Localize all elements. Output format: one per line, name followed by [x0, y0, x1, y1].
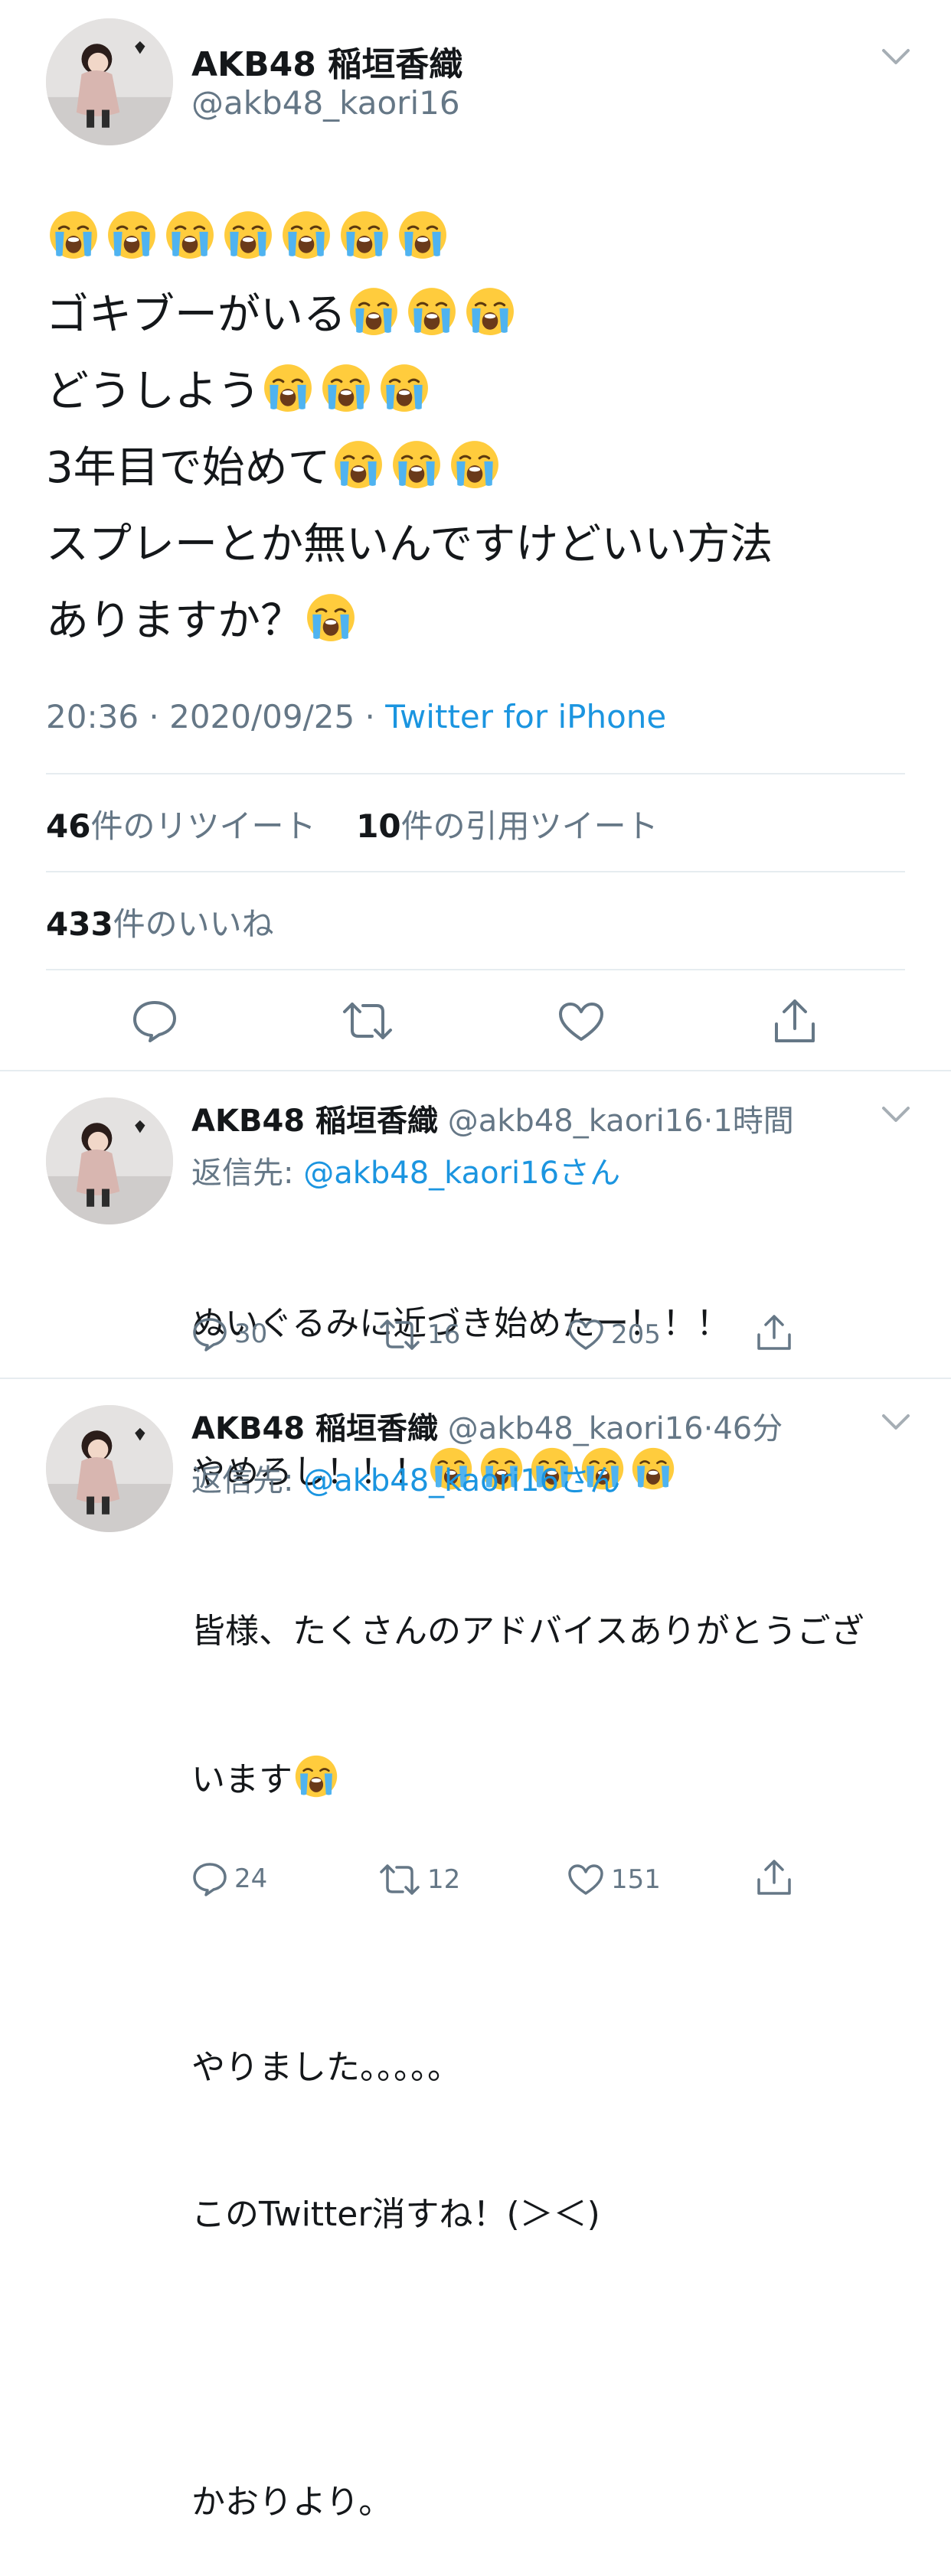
- reply-count: 30: [234, 1319, 268, 1349]
- reply-icon[interactable]: [191, 1316, 228, 1352]
- emoji-line: [46, 201, 773, 277]
- handle[interactable]: @akb48_kaori16: [448, 1411, 704, 1446]
- reply-text: 皆様、たくさんのアドバイスありがとうござ います やりました。。。。。 このTw…: [191, 1509, 864, 2576]
- loudly-crying-face-icon: [321, 363, 371, 413]
- loudly-crying-face-icon: [223, 210, 273, 260]
- tweet-line: 3年目で始めて: [46, 430, 773, 507]
- share-icon[interactable]: [755, 1313, 793, 1352]
- avatar[interactable]: [46, 1405, 173, 1532]
- retweet-icon[interactable]: [378, 1318, 421, 1352]
- avatar[interactable]: [46, 18, 173, 145]
- divider: [46, 871, 905, 872]
- loudly-crying-face-icon: [263, 363, 313, 413]
- divider: [46, 969, 905, 970]
- loudly-crying-face-icon: [379, 363, 430, 413]
- share-icon[interactable]: [755, 1858, 793, 1896]
- heart-icon[interactable]: [567, 1863, 605, 1896]
- reply-time: 1時間: [713, 1104, 794, 1139]
- reply-to-handle[interactable]: @akb48_kaori16さん: [303, 1156, 620, 1191]
- reply-header: AKB48 稲垣香織 @akb48_kaori16·1時間: [191, 1104, 794, 1139]
- divider: [0, 1378, 951, 1379]
- retweets-stat[interactable]: 46件のリツイート: [46, 807, 315, 845]
- tweet-line: ゴキブーがいる: [46, 277, 773, 354]
- tweet-text: ゴキブーがいる どうしよう 3年目で始めて スプレーとか無いんですけどいい方法 …: [46, 201, 773, 660]
- reply-line: やりました。。。。。: [191, 2048, 461, 2087]
- loudly-crying-face-icon: [306, 592, 356, 643]
- loudly-crying-face-icon: [449, 439, 500, 490]
- stats-row: 46件のリツイート 10件の引用ツイート: [46, 801, 659, 847]
- avatar[interactable]: [46, 1097, 173, 1224]
- retweet-count: 16: [427, 1319, 461, 1350]
- reply-line: このTwitter消すね！(＞＜): [191, 2195, 600, 2234]
- tweet-source[interactable]: Twitter for iPhone: [385, 698, 666, 735]
- loudly-crying-face-icon: [48, 210, 99, 260]
- handle[interactable]: @akb48_kaori16: [448, 1104, 704, 1139]
- reply-icon[interactable]: [132, 999, 178, 1042]
- reply-to-handle[interactable]: @akb48_kaori16さん: [303, 1463, 620, 1498]
- chevron-down-icon[interactable]: [881, 1413, 911, 1433]
- reply-line: かおりより。: [191, 2483, 393, 2522]
- quotes-stat[interactable]: 10件の引用ツイート: [356, 807, 658, 845]
- tweet-line: ありますか？: [46, 583, 773, 660]
- retweet-action[interactable]: 16: [378, 1318, 460, 1352]
- display-name[interactable]: AKB48 稲垣香織: [191, 1104, 438, 1139]
- loudly-crying-face-icon: [106, 210, 157, 260]
- like-action[interactable]: 151: [567, 1863, 661, 1896]
- loudly-crying-face-icon: [631, 1446, 675, 1491]
- loudly-crying-face-icon: [397, 210, 448, 260]
- tweet-meta: 20:36 · 2020/09/25 · Twitter for iPhone: [46, 698, 667, 735]
- chevron-down-icon[interactable]: [881, 47, 911, 67]
- handle[interactable]: @akb48_kaori16: [191, 84, 460, 122]
- loudly-crying-face-icon: [281, 210, 332, 260]
- loudly-crying-face-icon: [465, 286, 515, 337]
- tweet-time: 20:36: [46, 698, 139, 735]
- retweet-action[interactable]: 12: [378, 1863, 460, 1896]
- retweet-count: 12: [427, 1864, 461, 1895]
- reply-header: AKB48 稲垣香織 @akb48_kaori16·46分: [191, 1411, 783, 1446]
- retweet-icon[interactable]: [378, 1863, 421, 1896]
- reply-time: 46分: [713, 1411, 783, 1446]
- likes-stat[interactable]: 433件のいいね: [46, 898, 274, 945]
- heart-icon[interactable]: [567, 1318, 605, 1352]
- reply-icon[interactable]: [191, 1861, 228, 1896]
- display-name[interactable]: AKB48 稲垣香織: [191, 1411, 438, 1446]
- reply-to: 返信先: @akb48_kaori16さん: [191, 1156, 621, 1191]
- reply-to: 返信先: @akb48_kaori16さん: [191, 1463, 621, 1498]
- reply-count: 24: [234, 1864, 268, 1894]
- like-action[interactable]: 205: [567, 1318, 661, 1352]
- loudly-crying-face-icon: [407, 286, 457, 337]
- loudly-crying-face-icon: [391, 439, 442, 490]
- reply-line: います: [191, 1754, 864, 1805]
- display-name[interactable]: AKB48 稲垣香織: [191, 37, 462, 86]
- tweet-line: スプレーとか無いんですけどいい方法: [46, 520, 773, 569]
- loudly-crying-face-icon: [339, 210, 390, 260]
- loudly-crying-face-icon: [294, 1754, 338, 1798]
- tweet-line: どうしよう: [46, 354, 773, 430]
- reply-action[interactable]: 30: [191, 1316, 267, 1352]
- share-icon[interactable]: [772, 998, 818, 1044]
- divider: [0, 1070, 951, 1071]
- like-count: 205: [611, 1319, 661, 1350]
- retweet-icon[interactable]: [342, 1001, 394, 1041]
- reply-line: 皆様、たくさんのアドバイスありがとうござ: [191, 1612, 864, 1651]
- tweet-date[interactable]: 2020/09/25: [169, 698, 355, 735]
- heart-icon[interactable]: [557, 1001, 605, 1042]
- loudly-crying-face-icon: [333, 439, 384, 490]
- reply-action[interactable]: 24: [191, 1861, 267, 1896]
- chevron-down-icon[interactable]: [881, 1105, 911, 1125]
- divider: [46, 773, 905, 774]
- loudly-crying-face-icon: [165, 210, 215, 260]
- loudly-crying-face-icon: [348, 286, 399, 337]
- like-count: 151: [611, 1864, 661, 1895]
